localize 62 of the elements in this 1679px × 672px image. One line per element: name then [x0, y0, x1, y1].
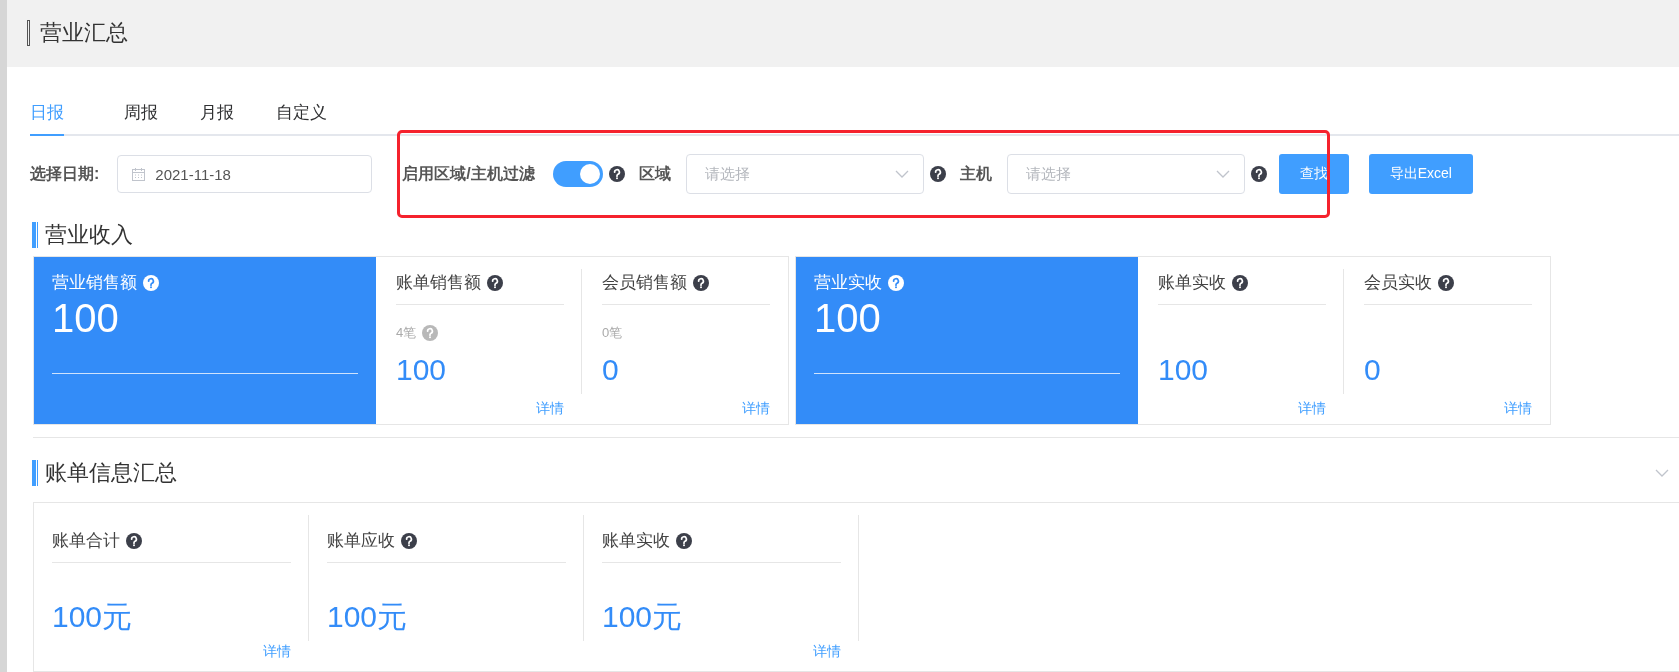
metric-label: 会员销售额: [602, 272, 687, 295]
metric-label: 会员实收: [1364, 272, 1432, 295]
details-link[interactable]: 详情: [1298, 400, 1326, 419]
details-link[interactable]: 详情: [742, 400, 770, 419]
metric-value: 100元: [602, 599, 684, 636]
metric-label: 账单应收: [327, 530, 395, 553]
metric-label: 营业销售额: [52, 272, 137, 295]
help-icon[interactable]: [608, 166, 625, 183]
metric-label: 账单实收: [1158, 272, 1226, 295]
region-select[interactable]: 请选择: [685, 154, 924, 195]
help-icon[interactable]: [693, 274, 709, 291]
region-label: 区域: [638, 163, 671, 184]
details-link[interactable]: 详情: [813, 643, 841, 661]
metric-value: 100: [396, 353, 448, 388]
metric-label: 账单实收: [602, 530, 670, 553]
metric-label: 账单销售额: [396, 272, 481, 295]
date-value: 2021-11-18: [155, 165, 231, 183]
export-button[interactable]: 导出Excel: [1368, 154, 1473, 195]
metric-value: 100元: [327, 599, 409, 636]
report-tab[interactable]: 周报: [112, 96, 170, 137]
section-title: 账单信息汇总: [45, 459, 177, 488]
metric-label: 账单合计: [52, 530, 120, 553]
host-label: 主机: [959, 163, 992, 184]
help-icon[interactable]: [1232, 274, 1248, 291]
search-button[interactable]: 查找: [1278, 154, 1349, 195]
date-field[interactable]: 2021-11-18: [117, 155, 373, 194]
count-text: 0笔: [602, 324, 623, 343]
date-label: 选择日期:: [30, 163, 100, 184]
metric-value: 100: [52, 296, 120, 342]
scrollbar[interactable]: [0, 0, 7, 672]
filter-toggle[interactable]: [552, 161, 603, 188]
chevron-down-icon: [1655, 469, 1669, 478]
metric-value: 0: [1364, 353, 1382, 388]
details-link[interactable]: 详情: [536, 400, 564, 419]
calendar-icon: [132, 167, 146, 181]
metric-value: 100元: [52, 599, 134, 636]
metric-value: 0: [602, 353, 620, 388]
help-icon[interactable]: [126, 532, 142, 549]
help-icon[interactable]: [676, 532, 692, 549]
chevron-down-icon: [1215, 170, 1230, 179]
section-mark: [32, 222, 37, 249]
help-icon[interactable]: [1250, 166, 1267, 183]
metric-value: 100: [814, 296, 882, 342]
section-mark: [32, 460, 37, 487]
details-link[interactable]: 详情: [1504, 400, 1532, 419]
host-select[interactable]: 请选择: [1006, 154, 1245, 195]
report-tab[interactable]: 日报: [30, 96, 64, 137]
help-icon[interactable]: [929, 166, 946, 183]
details-link[interactable]: 详情: [263, 643, 291, 661]
metric-value: 100: [1158, 353, 1210, 388]
title-bar-mark: [27, 20, 30, 47]
section-title: 营业收入: [45, 221, 133, 250]
filter-toggle-label: 启用区域/主机过滤: [402, 163, 535, 184]
report-tab[interactable]: 自定义: [264, 96, 339, 137]
chevron-down-icon: [894, 170, 909, 179]
metric-label: 营业实收: [814, 272, 882, 295]
report-tab[interactable]: 月报: [188, 96, 246, 137]
help-icon[interactable]: [487, 274, 503, 291]
count-text: 4笔: [396, 324, 417, 343]
page-title: 营业汇总: [40, 19, 128, 48]
help-icon[interactable]: [1438, 274, 1454, 291]
help-icon[interactable]: [401, 532, 417, 549]
